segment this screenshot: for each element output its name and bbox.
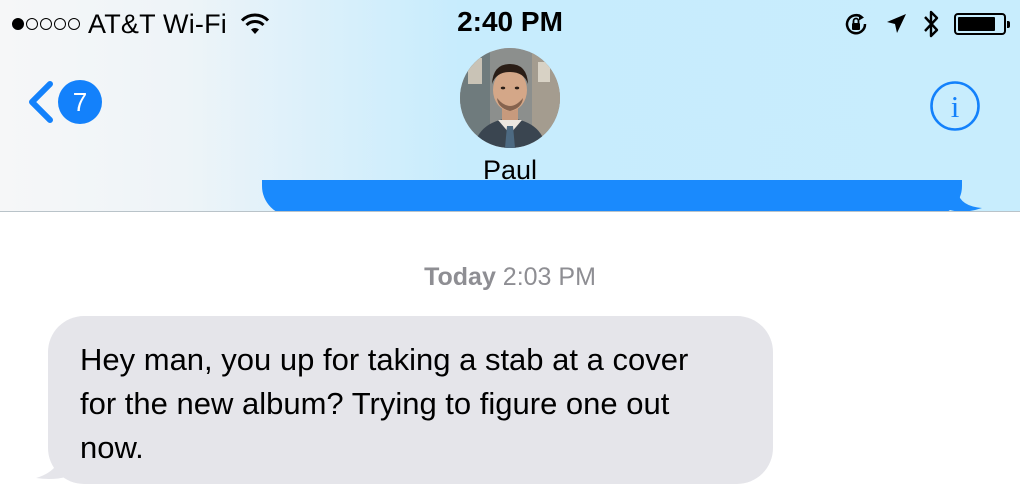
- message-timestamp: Today 2:03 PM: [0, 263, 1020, 292]
- conversation-header: AT&T Wi-Fi 2:40 PM 7 Paul i: [0, 0, 1020, 212]
- message-text: Hey man, you up for taking a stab at a c…: [80, 342, 689, 465]
- chevron-left-icon: [29, 81, 53, 123]
- battery-icon: [954, 13, 1010, 35]
- battery-tip: [1007, 21, 1010, 28]
- orientation-lock-icon: [845, 13, 867, 35]
- incoming-message-bubble[interactable]: Hey man, you up for taking a stab at a c…: [48, 316, 773, 484]
- bluetooth-icon: [924, 10, 939, 38]
- timestamp-day: Today: [424, 263, 496, 291]
- outgoing-bubble-tail: [950, 192, 982, 211]
- unread-count-badge: 7: [58, 80, 102, 124]
- avatar-photo: [460, 48, 560, 148]
- battery-level: [958, 17, 996, 31]
- status-bar: AT&T Wi-Fi 2:40 PM: [0, 0, 1020, 48]
- previous-outgoing-bubble: [262, 180, 962, 211]
- timestamp-time: 2:03 PM: [502, 263, 596, 291]
- contact-avatar[interactable]: [460, 48, 560, 148]
- back-button[interactable]: 7: [26, 80, 102, 124]
- location-arrow-icon: [887, 14, 906, 33]
- status-icons: [842, 9, 1010, 39]
- svg-text:i: i: [951, 89, 960, 124]
- info-icon[interactable]: i: [929, 80, 981, 132]
